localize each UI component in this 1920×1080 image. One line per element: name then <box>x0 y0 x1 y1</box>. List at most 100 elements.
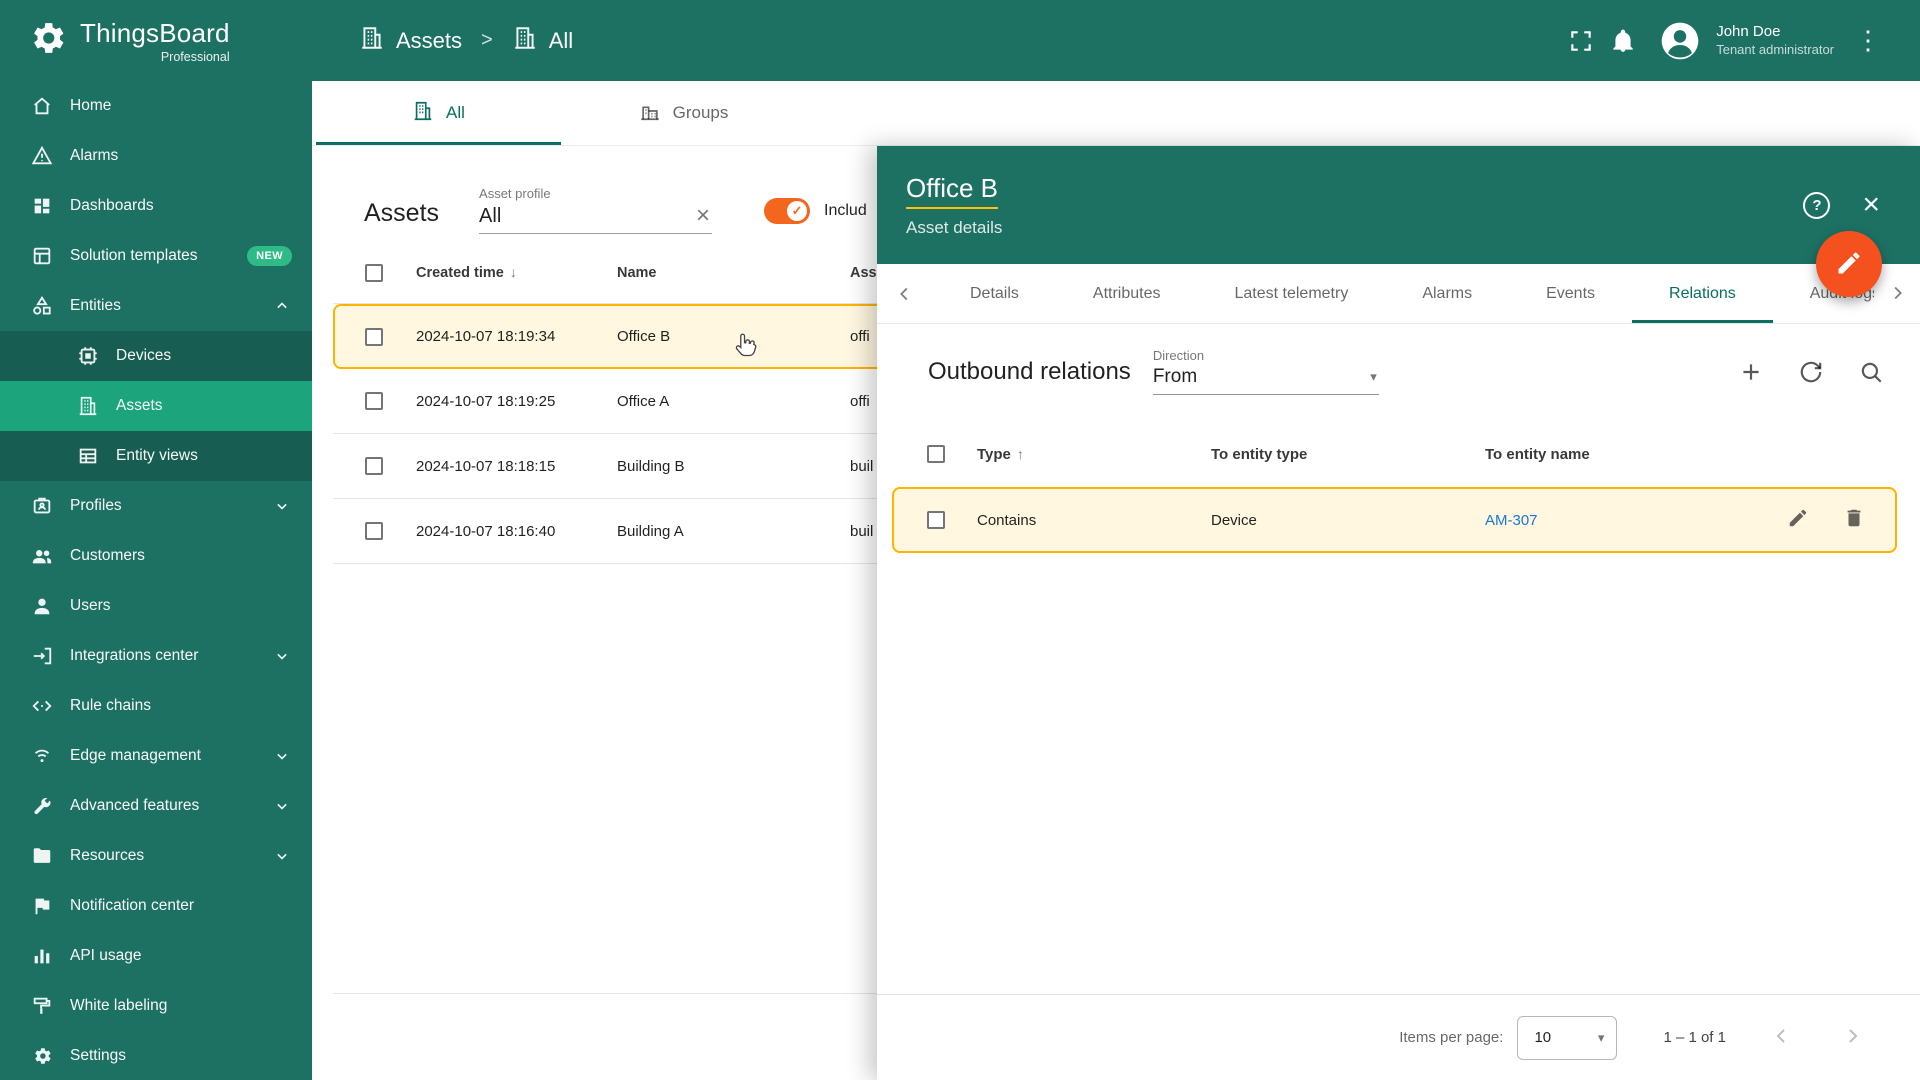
table-row[interactable]: Contains Device AM-307 <box>892 487 1897 553</box>
sidebar-item-advanced-features[interactable]: Advanced features <box>0 781 312 831</box>
paint-icon <box>30 994 54 1018</box>
row-checkbox[interactable] <box>365 327 383 346</box>
sidebar-item-home[interactable]: Home <box>0 81 312 131</box>
column-type[interactable]: Type ↑ <box>977 446 1211 463</box>
help-icon[interactable]: ? <box>1803 191 1831 219</box>
avatar[interactable] <box>1658 19 1702 63</box>
sidebar-item-devices[interactable]: Devices <box>0 331 312 381</box>
direction-value[interactable]: From <box>1153 366 1197 388</box>
sidebar-item-solution-templates[interactable]: Solution templates NEW <box>0 231 312 281</box>
chevron-down-icon: ▾ <box>1370 369 1377 384</box>
brand-text: ThingsBoard Professional <box>80 18 230 64</box>
cell-created-time: 2024-10-07 18:16:40 <box>416 522 556 540</box>
sidebar-item-customers[interactable]: Customers <box>0 531 312 581</box>
sidebar-item-white-labeling[interactable]: White labeling <box>0 981 312 1031</box>
sidebar-nav: Home Alarms Dashboards Solution template… <box>0 81 312 1080</box>
entity-views-icon <box>76 444 100 468</box>
tab-scroll-right-icon[interactable] <box>1874 264 1920 322</box>
select-all-checkbox[interactable] <box>927 445 945 463</box>
asset-profile-filter[interactable]: Asset profile All × <box>479 186 713 234</box>
thingsboard-logo-icon <box>26 17 68 64</box>
sidebar-item-label: Entity views <box>116 447 198 464</box>
sidebar-item-notification-center[interactable]: Notification center <box>0 881 312 931</box>
drawer-subtitle: Asset details <box>906 217 1003 237</box>
row-actions <box>1765 507 1895 533</box>
notifications-bell-icon[interactable] <box>1602 20 1644 62</box>
tab-details[interactable]: Details <box>933 264 1056 323</box>
row-checkbox[interactable] <box>927 511 945 529</box>
sidebar-item-label: Solution templates <box>70 247 198 264</box>
cell-name: Building B <box>617 457 685 475</box>
cell-to-entity-name-link[interactable]: AM-307 <box>1485 512 1765 529</box>
sidebar-item-assets[interactable]: Assets <box>0 381 312 431</box>
brand-edition: Professional <box>160 49 230 64</box>
column-to-entity-name[interactable]: To entity name <box>1485 446 1800 463</box>
pagination-controls <box>1770 1024 1864 1052</box>
close-icon[interactable]: × <box>1862 190 1880 220</box>
sidebar-item-entities[interactable]: Entities <box>0 281 312 331</box>
brand-logo[interactable]: ThingsBoard Professional <box>0 0 312 81</box>
drawer-tab-bar: Details Attributes Latest telemetry Alar… <box>877 264 1920 324</box>
column-name[interactable]: Name <box>617 265 850 281</box>
home-icon <box>30 94 54 118</box>
row-checkbox[interactable] <box>365 522 383 540</box>
cell-name: Building A <box>617 522 684 540</box>
include-toggle[interactable]: ✓ <box>764 198 811 224</box>
items-per-page-value: 10 <box>1534 1029 1552 1046</box>
sidebar-item-users[interactable]: Users <box>0 581 312 631</box>
sidebar-item-api-usage[interactable]: API usage <box>0 931 312 981</box>
breadcrumb-current[interactable]: All <box>549 28 573 54</box>
sidebar-item-profiles[interactable]: Profiles <box>0 481 312 531</box>
breadcrumb-separator: > <box>481 29 493 51</box>
column-created-time[interactable]: Created time ↓ <box>416 264 617 281</box>
tab-events[interactable]: Events <box>1509 264 1632 323</box>
user-name: John Doe <box>1716 23 1781 41</box>
sidebar-item-edge-management[interactable]: Edge management <box>0 731 312 781</box>
chart-icon <box>30 944 54 968</box>
kebab-menu-icon[interactable]: ⋮ <box>1850 25 1886 56</box>
delete-trash-icon[interactable] <box>1843 507 1865 533</box>
sidebar-item-dashboards[interactable]: Dashboards <box>0 181 312 231</box>
tab-scroll-left-icon[interactable] <box>877 264 933 323</box>
building-icon <box>76 394 100 418</box>
tab-latest-telemetry[interactable]: Latest telemetry <box>1198 264 1386 323</box>
tab-relations[interactable]: Relations <box>1632 264 1773 323</box>
next-page-icon[interactable] <box>1840 1024 1864 1052</box>
breadcrumb-root[interactable]: Assets <box>396 28 462 54</box>
fullscreen-icon[interactable] <box>1560 20 1602 62</box>
column-to-entity-type[interactable]: To entity type <box>1211 446 1485 463</box>
edit-pencil-icon[interactable] <box>1787 507 1809 533</box>
relations-toolbar: Outbound relations Direction From ▾ <box>877 324 1920 395</box>
tab-all[interactable]: All <box>316 81 561 145</box>
tab-groups[interactable]: Groups <box>561 81 806 145</box>
pagination-bar: Items per page: 10 ▾ 1 – 1 of 1 <box>877 994 1920 1080</box>
person-icon <box>30 594 54 618</box>
sidebar-item-alarms[interactable]: Alarms <box>0 131 312 181</box>
include-toggle-label: Includ <box>824 202 867 219</box>
tab-attributes[interactable]: Attributes <box>1056 264 1198 323</box>
drawer-title[interactable]: Office B <box>906 173 999 209</box>
sidebar-item-rule-chains[interactable]: Rule chains <box>0 681 312 731</box>
asset-profile-filter-value[interactable]: All <box>479 205 501 228</box>
pencil-icon <box>1835 249 1863 280</box>
row-checkbox[interactable] <box>365 392 383 410</box>
sidebar-item-settings[interactable]: Settings <box>0 1031 312 1080</box>
sidebar-item-resources[interactable]: Resources <box>0 831 312 881</box>
sidebar-item-label: Edge management <box>70 747 201 764</box>
new-badge: NEW <box>247 246 292 266</box>
clear-filter-icon[interactable]: × <box>694 204 712 228</box>
user-info: John Doe Tenant administrator <box>1716 22 1834 58</box>
items-per-page-select[interactable]: 10 ▾ <box>1517 1015 1618 1060</box>
relations-actions <box>1738 359 1884 385</box>
previous-page-icon[interactable] <box>1770 1024 1794 1052</box>
sidebar-item-integrations-center[interactable]: Integrations center <box>0 631 312 681</box>
edit-fab-button[interactable] <box>1816 231 1882 297</box>
search-icon[interactable] <box>1858 359 1884 385</box>
refresh-icon[interactable] <box>1798 359 1824 385</box>
sidebar-item-entity-views[interactable]: Entity views <box>0 431 312 481</box>
add-relation-icon[interactable] <box>1738 359 1764 385</box>
select-all-checkbox[interactable] <box>365 263 383 282</box>
row-checkbox[interactable] <box>365 457 383 475</box>
direction-select[interactable]: Direction From ▾ <box>1152 348 1379 395</box>
tab-alarms[interactable]: Alarms <box>1385 264 1509 323</box>
